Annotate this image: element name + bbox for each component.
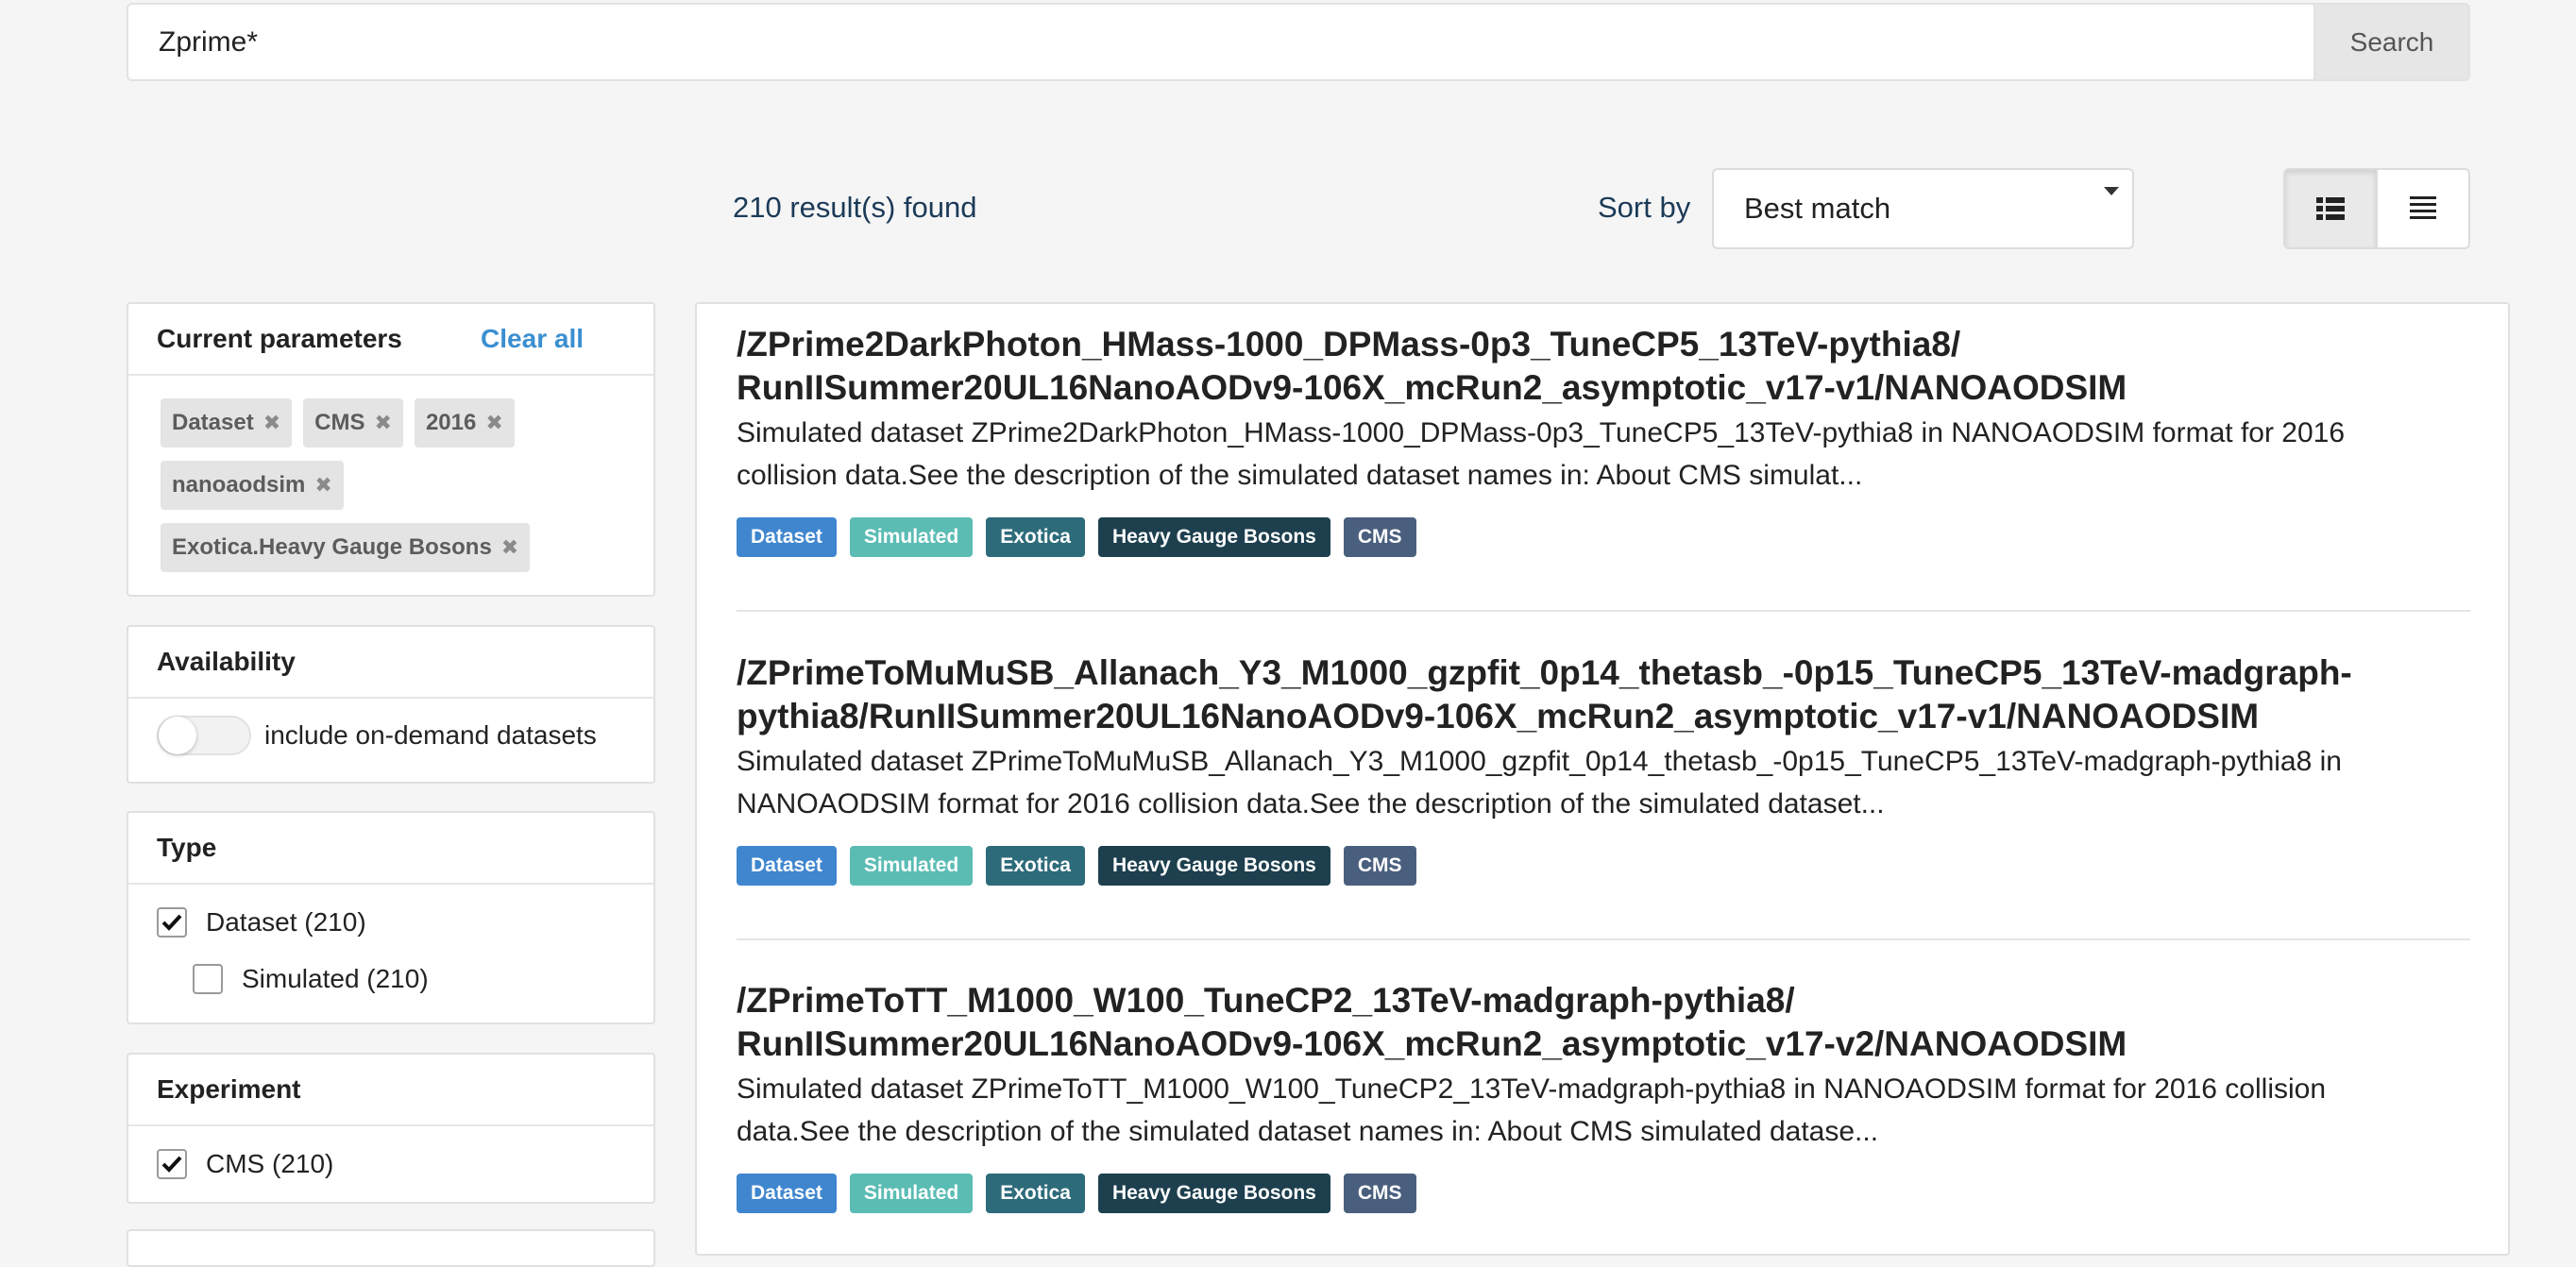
result-description: Simulated dataset ZPrimeToMuMuSB_Allanac… — [737, 746, 2342, 819]
results-panel: /ZPrime2DarkPhoton_HMass-1000_DPMass-0p3… — [695, 302, 2510, 1256]
experiment-panel: Experiment CMS (210) — [127, 1053, 655, 1204]
result-badges: Dataset Simulated Exotica Heavy Gauge Bo… — [737, 517, 2470, 557]
list-view-icon — [2316, 197, 2345, 220]
availability-header: Availability — [128, 627, 653, 699]
badge-dataset[interactable]: Dataset — [737, 1174, 837, 1213]
view-toggle — [2283, 168, 2470, 249]
toggle-knob — [159, 717, 196, 754]
dataset-checkbox[interactable] — [157, 907, 187, 938]
experiment-header: Experiment — [128, 1055, 653, 1126]
remove-icon[interactable]: ✖ — [501, 535, 518, 560]
badge-exotica[interactable]: Exotica — [986, 1174, 1085, 1213]
badge-heavy-gauge-bosons[interactable]: Heavy Gauge Bosons — [1097, 517, 1330, 557]
remove-icon[interactable]: ✖ — [485, 411, 502, 435]
current-parameters-header: Current parameters Clear all — [128, 304, 653, 376]
type-option-label: Dataset (210) — [206, 907, 366, 937]
type-panel: Type Dataset (210) Simulated (210) — [127, 811, 655, 1024]
type-header: Type — [128, 813, 653, 885]
experiment-option-cms[interactable]: CMS (210) — [157, 1149, 333, 1179]
on-demand-toggle-row: include on-demand datasets — [128, 699, 653, 755]
sort-select[interactable]: Best match — [1712, 168, 2134, 249]
detailed-list-icon — [2410, 196, 2436, 219]
badge-exotica[interactable]: Exotica — [986, 846, 1085, 886]
on-demand-toggle-label: include on-demand datasets — [264, 720, 597, 750]
result-item: /ZPrimeToMuMuSB_Allanach_Y3_M1000_gzpfit… — [737, 651, 2470, 886]
badge-heavy-gauge-bosons[interactable]: Heavy Gauge Bosons — [1097, 1174, 1330, 1213]
result-description: Simulated dataset ZPrime2DarkPhoton_HMas… — [737, 417, 2346, 491]
chip-2016[interactable]: 2016 ✖ — [414, 398, 515, 448]
remove-icon[interactable]: ✖ — [263, 411, 280, 435]
badge-simulated[interactable]: Simulated — [849, 846, 974, 886]
chip-exotica-heavy-gauge-bosons[interactable]: Exotica.Heavy Gauge Bosons ✖ — [161, 523, 531, 572]
page: Search 210 result(s) found Sort by Best … — [0, 0, 2576, 1267]
cms-checkbox[interactable] — [157, 1149, 187, 1179]
simulated-checkbox[interactable] — [193, 964, 223, 994]
remove-icon[interactable]: ✖ — [314, 473, 331, 498]
result-divider — [737, 610, 2470, 612]
availability-title: Availability — [157, 647, 296, 676]
badge-dataset[interactable]: Dataset — [737, 846, 837, 886]
chip-nanoaodsim[interactable]: nanoaodsim ✖ — [161, 461, 344, 510]
type-option-simulated[interactable]: Simulated (210) — [193, 964, 429, 994]
clear-all-link[interactable]: Clear all — [481, 324, 584, 354]
chip-cms[interactable]: CMS ✖ — [303, 398, 403, 448]
result-title[interactable]: /ZPrimeToTT_M1000_W100_TuneCP2_13TeV-mad… — [737, 979, 2470, 1066]
badge-cms[interactable]: CMS — [1343, 517, 1416, 557]
list-view-button[interactable] — [2285, 170, 2378, 247]
sort-label: Sort by — [1598, 191, 1691, 224]
badge-exotica[interactable]: Exotica — [986, 517, 1085, 557]
current-parameters-panel: Current parameters Clear all Dataset ✖ CM… — [127, 302, 655, 597]
type-title: Type — [157, 833, 217, 862]
next-filter-panel — [127, 1229, 655, 1267]
search-button[interactable]: Search — [2313, 3, 2470, 81]
results-count: 210 result(s) found — [733, 191, 977, 224]
check-icon — [161, 1156, 182, 1173]
badge-dataset[interactable]: Dataset — [737, 517, 837, 557]
result-title[interactable]: /ZPrime2DarkPhoton_HMass-1000_DPMass-0p3… — [737, 323, 2470, 410]
remove-icon[interactable]: ✖ — [375, 411, 392, 435]
availability-panel: Availability include on-demand datasets — [127, 625, 655, 784]
current-parameters-title: Current parameters — [157, 324, 402, 353]
detailed-list-button[interactable] — [2378, 170, 2468, 247]
sort-selected-value: Best match — [1744, 192, 1891, 225]
experiment-title: Experiment — [157, 1074, 301, 1104]
chip-dataset[interactable]: Dataset ✖ — [161, 398, 293, 448]
badge-heavy-gauge-bosons[interactable]: Heavy Gauge Bosons — [1097, 846, 1330, 886]
result-item: /ZPrime2DarkPhoton_HMass-1000_DPMass-0p3… — [737, 323, 2470, 557]
result-badges: Dataset Simulated Exotica Heavy Gauge Bo… — [737, 1174, 2470, 1213]
badge-cms[interactable]: CMS — [1343, 1174, 1416, 1213]
result-description: Simulated dataset ZPrimeToTT_M1000_W100_… — [737, 1073, 2327, 1147]
badge-simulated[interactable]: Simulated — [849, 517, 974, 557]
on-demand-toggle[interactable] — [157, 716, 251, 755]
search-bar: Search — [127, 3, 2470, 81]
chevron-down-icon — [2104, 187, 2119, 195]
result-item: /ZPrimeToTT_M1000_W100_TuneCP2_13TeV-mad… — [737, 979, 2470, 1213]
badge-simulated[interactable]: Simulated — [849, 1174, 974, 1213]
badge-cms[interactable]: CMS — [1343, 846, 1416, 886]
experiment-option-label: CMS (210) — [206, 1149, 334, 1178]
search-input[interactable] — [127, 3, 2313, 81]
parameter-chips: Dataset ✖ CMS ✖ 2016 ✖ nanoaodsim ✖ Exotica.… — [128, 376, 653, 585]
type-option-label: Simulated (210) — [242, 964, 429, 993]
result-title[interactable]: /ZPrimeToMuMuSB_Allanach_Y3_M1000_gzpfit… — [737, 651, 2470, 738]
type-option-dataset[interactable]: Dataset (210) — [157, 907, 366, 938]
result-divider — [737, 938, 2470, 940]
result-badges: Dataset Simulated Exotica Heavy Gauge Bo… — [737, 846, 2470, 886]
check-icon — [161, 914, 182, 931]
